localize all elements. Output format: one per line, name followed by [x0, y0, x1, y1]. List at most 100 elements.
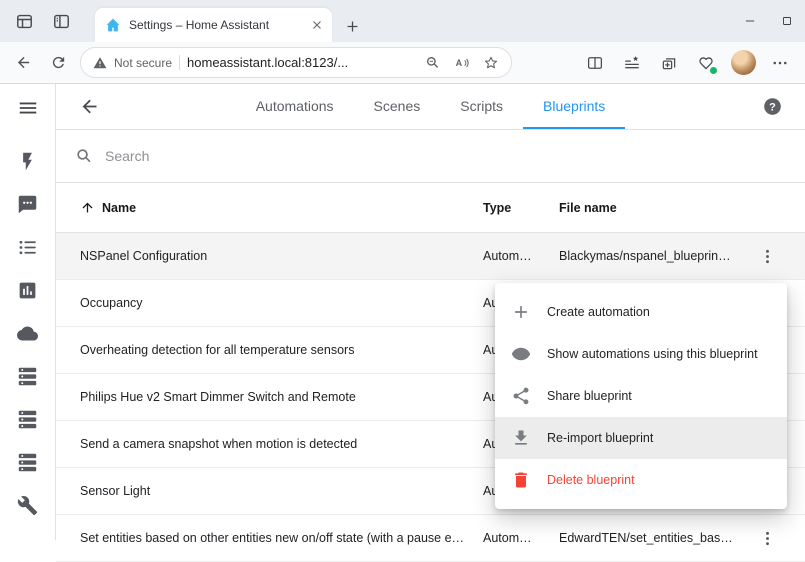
row-name: Overheating detection for all temperatur…: [80, 343, 483, 357]
split-screen-icon: [586, 54, 604, 72]
context-menu-item[interactable]: Show automations using this blueprint: [495, 333, 787, 375]
nav-tab[interactable]: Blueprints: [523, 84, 625, 129]
toolbar-back-button[interactable]: [69, 84, 109, 129]
favorites-icon: [623, 54, 641, 72]
back-arrow-icon: [79, 96, 100, 117]
collections-icon: [660, 54, 678, 72]
ha-toolbar: Automations Scenes Scripts Blueprints ?: [56, 84, 805, 130]
row-name: Occupancy: [80, 296, 483, 310]
row-file-name: EdwardTEN/set_entities_bas…: [559, 531, 749, 545]
sidebar-item[interactable]: [8, 364, 48, 388]
not-secure-warning-icon: [93, 56, 107, 70]
eye-icon: [511, 344, 531, 364]
refresh-icon: [50, 54, 67, 71]
lightning-icon: [17, 151, 38, 172]
sidebar-menu-button[interactable]: [0, 84, 55, 132]
favorites-button[interactable]: [616, 47, 648, 79]
context-menu-item[interactable]: Re-import blueprint: [495, 417, 787, 459]
back-button[interactable]: [7, 46, 40, 79]
server-icon: [17, 452, 38, 473]
context-menu-item[interactable]: Share blueprint: [495, 375, 787, 417]
column-header-name[interactable]: Name: [80, 200, 483, 215]
sidebar-item[interactable]: [8, 278, 48, 302]
plus-icon: [344, 18, 361, 35]
address-bar[interactable]: Not secure homeassistant.local:8123/... …: [80, 47, 512, 78]
help-icon: ?: [762, 96, 783, 117]
column-header-file[interactable]: File name: [559, 201, 749, 215]
more-horizontal-icon: [771, 54, 789, 72]
sidebar-item[interactable]: [8, 450, 48, 474]
minimize-icon: [743, 14, 757, 28]
server-icon: [17, 409, 38, 430]
browser-titlebar: Settings – Home Assistant: [0, 0, 805, 42]
browser-navbar: Not secure homeassistant.local:8123/... …: [0, 42, 805, 84]
sidebar-item[interactable]: [8, 235, 48, 259]
context-menu: Create automation Show automations using…: [495, 283, 787, 509]
context-menu-item-label: Share blueprint: [547, 389, 632, 403]
svg-text:A: A: [456, 58, 463, 68]
nav-tab[interactable]: Scripts: [440, 84, 523, 129]
row-overflow-menu-button[interactable]: [758, 529, 777, 548]
row-overflow-menu-button[interactable]: [758, 247, 777, 266]
read-aloud-button[interactable]: A: [454, 55, 470, 71]
zoom-out-button[interactable]: [425, 55, 441, 71]
refresh-button[interactable]: [42, 46, 75, 79]
read-aloud-icon: A: [454, 55, 470, 71]
maximize-button[interactable]: [768, 0, 805, 42]
nav-tab[interactable]: Scenes: [354, 84, 441, 129]
row-name: Philips Hue v2 Smart Dimmer Switch and R…: [80, 390, 483, 404]
maximize-icon: [780, 14, 794, 28]
profile-button[interactable]: [727, 47, 759, 79]
context-menu-item-label: Re-import blueprint: [547, 431, 653, 445]
star-icon: [483, 55, 499, 71]
search-bar: [56, 130, 805, 183]
column-header-type[interactable]: Type: [483, 201, 559, 215]
vertical-tabs-button[interactable]: [52, 12, 71, 31]
blueprint-row[interactable]: Set entities based on other entities new…: [56, 515, 805, 562]
workspaces-button[interactable]: [15, 12, 34, 31]
minimize-button[interactable]: [731, 0, 768, 42]
browser-essentials-button[interactable]: [690, 47, 722, 79]
sidebar-item[interactable]: [8, 149, 48, 173]
help-button[interactable]: ?: [752, 84, 792, 129]
row-name: Set entities based on other entities new…: [80, 531, 483, 545]
context-menu-item[interactable]: Create automation: [495, 291, 787, 333]
nav-tab[interactable]: Automations: [236, 84, 354, 129]
address-divider: [179, 55, 180, 70]
security-label[interactable]: Not secure: [114, 56, 172, 70]
row-name: Send a camera snapshot when motion is de…: [80, 437, 483, 451]
download-icon: [511, 428, 531, 448]
favorite-star-button[interactable]: [483, 55, 499, 71]
sidebar-item[interactable]: [8, 192, 48, 216]
vertical-tabs-icon: [52, 12, 71, 31]
url-text[interactable]: homeassistant.local:8123/...: [187, 55, 418, 70]
settings-more-button[interactable]: [764, 47, 796, 79]
split-screen-button[interactable]: [579, 47, 611, 79]
context-menu-item-label: Delete blueprint: [547, 473, 635, 487]
sidebar-item[interactable]: [8, 493, 48, 517]
close-icon: [310, 18, 324, 32]
sidebar-items: [8, 149, 48, 517]
row-type: Autom…: [483, 249, 559, 263]
chart-icon: [17, 280, 38, 301]
delete-icon: [511, 470, 531, 490]
home-assistant-favicon-icon: [105, 17, 121, 33]
row-name: NSPanel Configuration: [80, 249, 483, 263]
tab-title: Settings – Home Assistant: [129, 18, 302, 32]
context-menu-item[interactable]: Delete blueprint: [495, 459, 787, 501]
server-icon: [17, 366, 38, 387]
ha-sidebar: [0, 84, 56, 540]
search-input[interactable]: [105, 148, 786, 164]
blueprint-row[interactable]: NSPanel Configuration Autom… Blackymas/n…: [56, 233, 805, 280]
table-header: Name Type File name: [56, 183, 805, 233]
new-tab-button[interactable]: [344, 18, 361, 35]
collections-button[interactable]: [653, 47, 685, 79]
tab-close-button[interactable]: [310, 18, 324, 32]
status-green-dot: [709, 66, 718, 75]
browser-tab[interactable]: Settings – Home Assistant: [95, 8, 332, 42]
share-icon: [511, 386, 531, 406]
window-controls: [731, 0, 805, 42]
cloud-icon: [17, 323, 38, 344]
sidebar-item[interactable]: [8, 407, 48, 431]
sidebar-item[interactable]: [8, 321, 48, 345]
